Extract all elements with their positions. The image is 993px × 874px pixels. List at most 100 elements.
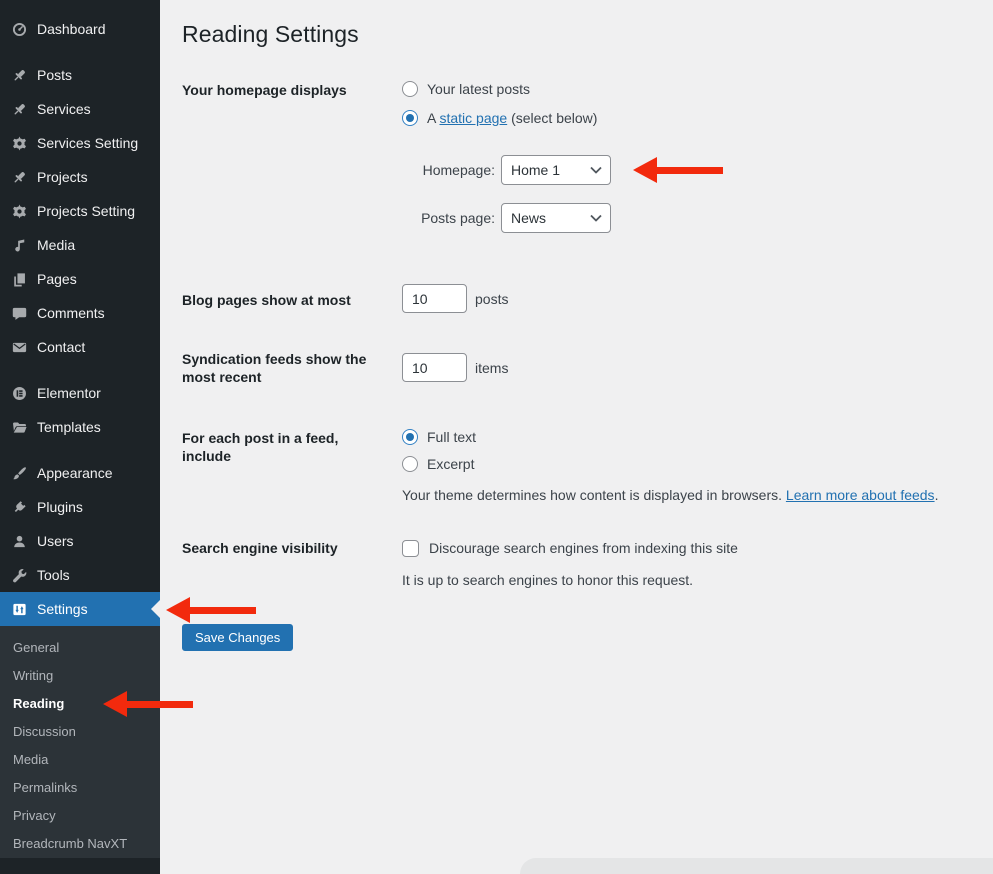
discourage-indexing-label: Discourage search engines from indexing … (429, 540, 738, 556)
latest-posts-option[interactable]: Your latest posts (402, 80, 530, 98)
media-icon (11, 237, 28, 254)
sidebar-item-media[interactable]: Media (0, 228, 160, 262)
sidebar-item-label: Settings (37, 601, 88, 617)
comments-icon (11, 305, 28, 322)
sidebar-item-label: Templates (37, 419, 101, 435)
syndication-input[interactable] (402, 353, 467, 382)
excerpt-option[interactable]: Excerpt (402, 455, 474, 473)
window-shadow (520, 858, 993, 874)
static-page-option[interactable]: A static page (select below) (402, 109, 597, 127)
sidebar-item-tools[interactable]: Tools (0, 558, 160, 592)
homepage-select-wrap: Home 1 (501, 155, 611, 185)
excerpt-radio[interactable] (402, 456, 418, 472)
homepage-select-label: Homepage: (402, 162, 495, 178)
sidebar-item-posts[interactable]: Posts (0, 58, 160, 92)
gear-icon (11, 203, 28, 220)
posts-page-select-label: Posts page: (402, 210, 495, 226)
blog-pages-input[interactable] (402, 284, 467, 313)
gear-icon (11, 135, 28, 152)
sidebar-item-label: Projects (37, 169, 88, 185)
active-menu-notch (151, 600, 160, 618)
sidebar-item-elementor[interactable]: Elementor (0, 376, 160, 410)
sidebar-item-services[interactable]: Services (0, 92, 160, 126)
submenu-item-media[interactable]: Media (0, 746, 160, 774)
homepage-select[interactable]: Home 1 (501, 155, 611, 185)
plugin-icon (11, 499, 28, 516)
sidebar-item-label: Services Setting (37, 135, 138, 151)
settings-icon (11, 601, 28, 618)
sidebar-item-label: Appearance (37, 465, 113, 481)
full-text-label: Full text (427, 429, 476, 445)
sidebar-item-settings[interactable]: Settings (0, 592, 160, 626)
sidebar-item-label: Posts (37, 67, 72, 83)
sidebar-item-appearance[interactable]: Appearance (0, 456, 160, 490)
sidebar-item-label: Media (37, 237, 75, 253)
sidebar-item-label: Plugins (37, 499, 83, 515)
syndication-row: items (402, 353, 508, 382)
menu-separator (0, 444, 160, 456)
sidebar-item-pages[interactable]: Pages (0, 262, 160, 296)
pushpin-icon (11, 101, 28, 118)
page-title: Reading Settings (182, 21, 359, 48)
elementor-icon (11, 385, 28, 402)
pushpin-icon (11, 67, 28, 84)
discourage-indexing-option[interactable]: Discourage search engines from indexing … (402, 539, 738, 557)
admin-sidebar: Dashboard Posts Services Services Settin… (0, 0, 160, 874)
submenu-item-permalinks[interactable]: Permalinks (0, 774, 160, 802)
sidebar-item-services-setting[interactable]: Services Setting (0, 126, 160, 160)
pages-icon (11, 271, 28, 288)
tools-icon (11, 567, 28, 584)
static-page-link[interactable]: static page (439, 110, 507, 126)
homepage-select-row: Homepage: Home 1 (402, 155, 611, 185)
excerpt-label: Excerpt (427, 456, 474, 472)
sidebar-item-templates[interactable]: Templates (0, 410, 160, 444)
sidebar-item-label: Users (37, 533, 74, 549)
static-page-radio[interactable] (402, 110, 418, 126)
sidebar-item-projects[interactable]: Projects (0, 160, 160, 194)
latest-posts-radio[interactable] (402, 81, 418, 97)
posts-page-select[interactable]: News (501, 203, 611, 233)
submenu-item-privacy[interactable]: Privacy (0, 802, 160, 830)
syndication-label: Syndication feeds show the most recent (182, 350, 382, 386)
sidebar-item-label: Dashboard (37, 21, 106, 37)
folder-icon (11, 419, 28, 436)
search-visibility-label: Search engine visibility (182, 539, 382, 557)
dashboard-icon (11, 21, 28, 38)
sidebar-item-plugins[interactable]: Plugins (0, 490, 160, 524)
sidebar-item-contact[interactable]: Contact (0, 330, 160, 364)
sidebar-item-label: Pages (37, 271, 77, 287)
sidebar-item-label: Projects Setting (37, 203, 135, 219)
sidebar-item-label: Elementor (37, 385, 101, 401)
save-changes-button[interactable]: Save Changes (182, 624, 293, 651)
submenu-item-discussion[interactable]: Discussion (0, 718, 160, 746)
submenu-item-reading[interactable]: Reading (0, 690, 160, 718)
sidebar-item-label: Contact (37, 339, 85, 355)
settings-submenu: General Writing Reading Discussion Media… (0, 626, 160, 858)
discourage-indexing-checkbox[interactable] (402, 540, 419, 557)
feed-include-label: For each post in a feed, include (182, 429, 382, 465)
sidebar-item-users[interactable]: Users (0, 524, 160, 558)
learn-more-feeds-link[interactable]: Learn more about feeds (786, 487, 935, 503)
latest-posts-label: Your latest posts (427, 81, 530, 97)
sidebar-item-dashboard[interactable]: Dashboard (0, 12, 160, 46)
syndication-unit: items (475, 360, 508, 376)
sidebar-item-label: Services (37, 101, 91, 117)
blog-pages-row: posts (402, 284, 508, 313)
main-content: Reading Settings Your homepage displays … (160, 0, 993, 874)
full-text-option[interactable]: Full text (402, 428, 476, 446)
sidebar-item-projects-setting[interactable]: Projects Setting (0, 194, 160, 228)
menu-separator (0, 364, 160, 376)
blog-pages-unit: posts (475, 291, 508, 307)
sidebar-item-label: Tools (37, 567, 70, 583)
full-text-radio[interactable] (402, 429, 418, 445)
users-icon (11, 533, 28, 550)
feed-help-text: Your theme determines how content is dis… (402, 486, 938, 504)
sidebar-item-comments[interactable]: Comments (0, 296, 160, 330)
submenu-item-writing[interactable]: Writing (0, 662, 160, 690)
static-page-label: A static page (select below) (427, 110, 597, 126)
search-visibility-help: It is up to search engines to honor this… (402, 571, 693, 589)
submenu-item-breadcrumb-navxt[interactable]: Breadcrumb NavXT (0, 830, 160, 858)
envelope-icon (11, 339, 28, 356)
submenu-item-general[interactable]: General (0, 634, 160, 662)
pushpin-icon (11, 169, 28, 186)
